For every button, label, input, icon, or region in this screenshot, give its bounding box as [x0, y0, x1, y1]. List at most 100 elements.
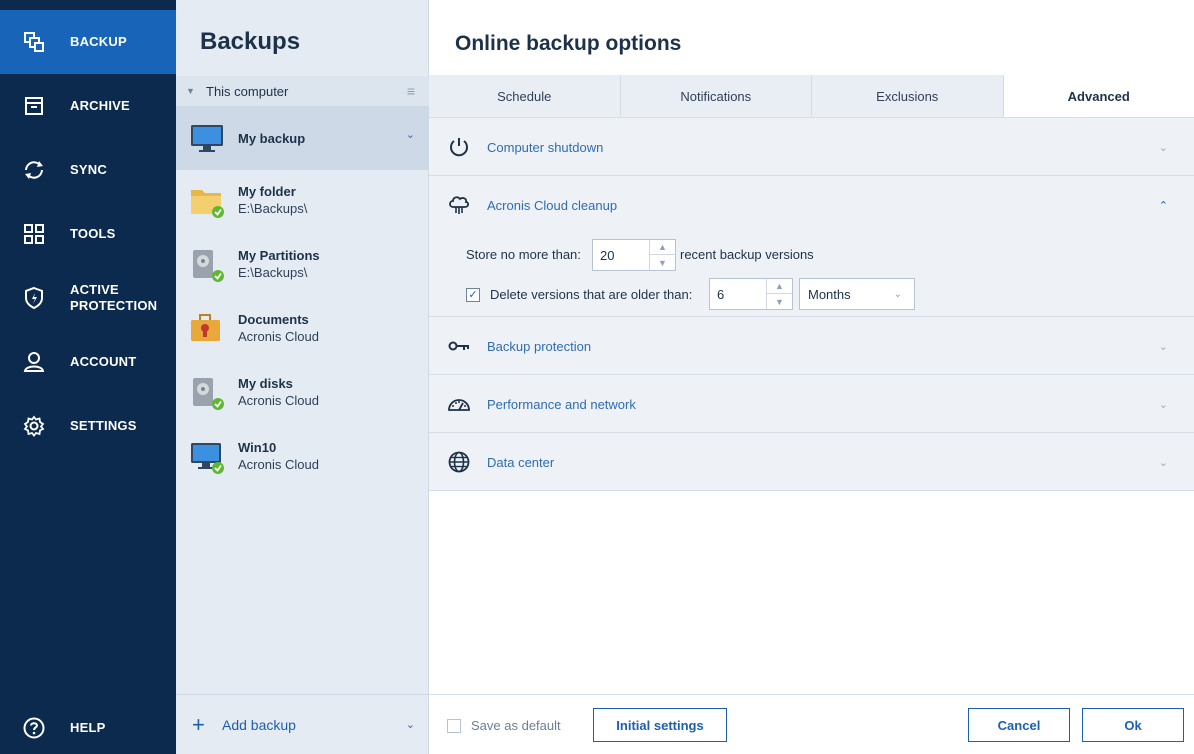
- menu-icon[interactable]: ≡: [407, 83, 415, 99]
- tab-advanced[interactable]: Advanced: [1003, 75, 1194, 117]
- backup-name: Win10: [238, 440, 277, 455]
- backup-name: Documents: [238, 312, 309, 327]
- nav-item-archive[interactable]: ARCHIVE: [0, 74, 176, 138]
- store-suffix: recent backup versions: [680, 247, 814, 262]
- section-computer-shutdown: Computer shutdown ⌄: [429, 118, 1194, 176]
- section-label: Computer shutdown: [487, 139, 604, 155]
- nav-item-settings[interactable]: SETTINGS: [0, 394, 176, 458]
- archive-icon: [22, 94, 46, 118]
- nav-item-sync[interactable]: SYNC: [0, 138, 176, 202]
- backup-name: My folder: [238, 184, 296, 199]
- gear-icon: [22, 414, 46, 438]
- group-label: This computer: [206, 83, 289, 99]
- delete-age-input[interactable]: [710, 286, 764, 302]
- section-header[interactable]: Backup protection ⌄: [429, 317, 1194, 375]
- backup-location: E:\Backups\: [238, 201, 308, 216]
- delete-versions-checkbox[interactable]: ✓: [466, 287, 480, 302]
- nav-label: HELP: [70, 720, 106, 735]
- tab-schedule[interactable]: Schedule: [429, 75, 621, 117]
- page-title: Online backup options: [455, 32, 682, 55]
- backup-location: E:\Backups\: [238, 265, 308, 280]
- tab-exclusions[interactable]: Exclusions: [812, 75, 1004, 117]
- stepper-down-icon[interactable]: ▼: [650, 255, 675, 270]
- section-header[interactable]: Computer shutdown ⌄: [429, 118, 1194, 176]
- main-nav: BACKUP ARCHIVE SYNC TOOLS ACTIVE PROTECT…: [0, 0, 176, 754]
- backup-name: My disks: [238, 376, 293, 391]
- nav-label: ARCHIVE: [70, 98, 130, 113]
- backup-icon: [22, 30, 46, 54]
- backup-item-win10[interactable]: Win10 Acronis Cloud: [176, 426, 429, 490]
- section-cloud-cleanup: Acronis Cloud cleanup ⌃ Store no more th…: [429, 176, 1194, 317]
- delete-age-stepper[interactable]: ▲ ▼: [709, 278, 793, 310]
- speedometer-icon: [448, 399, 470, 411]
- nav-item-account[interactable]: ACCOUNT: [0, 330, 176, 394]
- nav-label: BACKUP: [70, 34, 127, 49]
- power-icon: [450, 138, 468, 157]
- backup-location: Acronis Cloud: [238, 457, 319, 472]
- section-label: Backup protection: [487, 338, 592, 354]
- caret-down-icon: ▼: [186, 86, 195, 96]
- plus-icon: +: [192, 711, 205, 737]
- section-backup-protection: Backup protection ⌄: [429, 317, 1194, 375]
- tab-notifications[interactable]: Notifications: [620, 75, 812, 117]
- globe-icon: [448, 451, 470, 473]
- chevron-down-icon[interactable]: ⌄: [406, 128, 415, 141]
- chevron-up-icon: ⌃: [1158, 199, 1168, 212]
- store-label: Store no more than:: [466, 247, 581, 262]
- account-icon: [22, 350, 46, 374]
- help-icon: [22, 716, 46, 740]
- nav-label: SYNC: [70, 162, 107, 177]
- store-versions-input[interactable]: [593, 247, 647, 263]
- initial-settings-button[interactable]: Initial settings: [593, 708, 727, 742]
- backup-item-my-backup[interactable]: My backup ⌄: [176, 106, 429, 170]
- briefcase-icon: [191, 314, 220, 341]
- backup-name: My backup: [238, 131, 306, 146]
- section-header[interactable]: Acronis Cloud cleanup ⌃: [429, 176, 1194, 234]
- ok-button[interactable]: Ok: [1082, 708, 1184, 742]
- save-default-row: Save as default: [447, 718, 561, 733]
- store-versions-stepper[interactable]: ▲ ▼: [592, 239, 676, 271]
- nav-item-help[interactable]: HELP: [0, 696, 176, 754]
- cloud-cleanup-icon: [449, 196, 470, 214]
- group-this-computer[interactable]: ▼ This computer ≡: [176, 76, 429, 106]
- delete-versions-row: ✓ Delete versions that are older than:: [466, 287, 692, 302]
- age-unit-value: Months: [808, 286, 851, 302]
- backup-item-my-partitions[interactable]: My Partitions E:\Backups\: [176, 234, 429, 298]
- nav-label: ACCOUNT: [70, 354, 137, 369]
- monitor-icon: [191, 443, 224, 474]
- section-label: Performance and network: [487, 396, 636, 412]
- section-data-center: Data center ⌄: [429, 433, 1194, 491]
- tools-icon: [22, 222, 46, 246]
- backups-title: Backups: [200, 28, 301, 55]
- shield-icon: [22, 286, 46, 310]
- age-unit-select[interactable]: Months ⌄: [799, 278, 915, 310]
- stepper-down-icon[interactable]: ▼: [767, 294, 792, 309]
- stepper-up-icon[interactable]: ▲: [650, 240, 675, 255]
- options-pane: Online backup options Schedule Notificat…: [429, 0, 1194, 754]
- cancel-button[interactable]: Cancel: [968, 708, 1070, 742]
- save-default-checkbox[interactable]: [447, 718, 461, 733]
- nav-item-backup[interactable]: BACKUP: [0, 10, 176, 74]
- backup-item-documents[interactable]: Documents Acronis Cloud: [176, 298, 429, 362]
- key-icon: [448, 341, 469, 351]
- section-header[interactable]: Performance and network ⌄: [429, 375, 1194, 433]
- add-backup-button[interactable]: + Add backup ⌄: [176, 694, 429, 754]
- nav-item-tools[interactable]: TOOLS: [0, 202, 176, 266]
- section-label: Data center: [487, 454, 555, 470]
- sync-icon: [22, 158, 46, 182]
- options-tabs: Schedule Notifications Exclusions Advanc…: [429, 75, 1194, 118]
- delete-versions-label: Delete versions that are older than:: [490, 287, 693, 302]
- disk-icon: [193, 250, 224, 282]
- nav-item-active-protection[interactable]: ACTIVE PROTECTION: [0, 266, 176, 330]
- nav-label: TOOLS: [70, 226, 116, 241]
- nav-label: ACTIVE PROTECTION: [70, 282, 158, 313]
- backup-item-my-folder[interactable]: My folder E:\Backups\: [176, 170, 429, 234]
- section-performance-network: Performance and network ⌄: [429, 375, 1194, 433]
- backup-item-my-disks[interactable]: My disks Acronis Cloud: [176, 362, 429, 426]
- chevron-down-icon: ⌄: [1158, 456, 1168, 469]
- stepper-up-icon[interactable]: ▲: [767, 279, 792, 294]
- chevron-down-icon[interactable]: ⌄: [406, 718, 415, 731]
- folder-icon: [191, 190, 224, 218]
- disk-icon: [193, 378, 224, 410]
- section-header[interactable]: Data center ⌄: [429, 433, 1194, 491]
